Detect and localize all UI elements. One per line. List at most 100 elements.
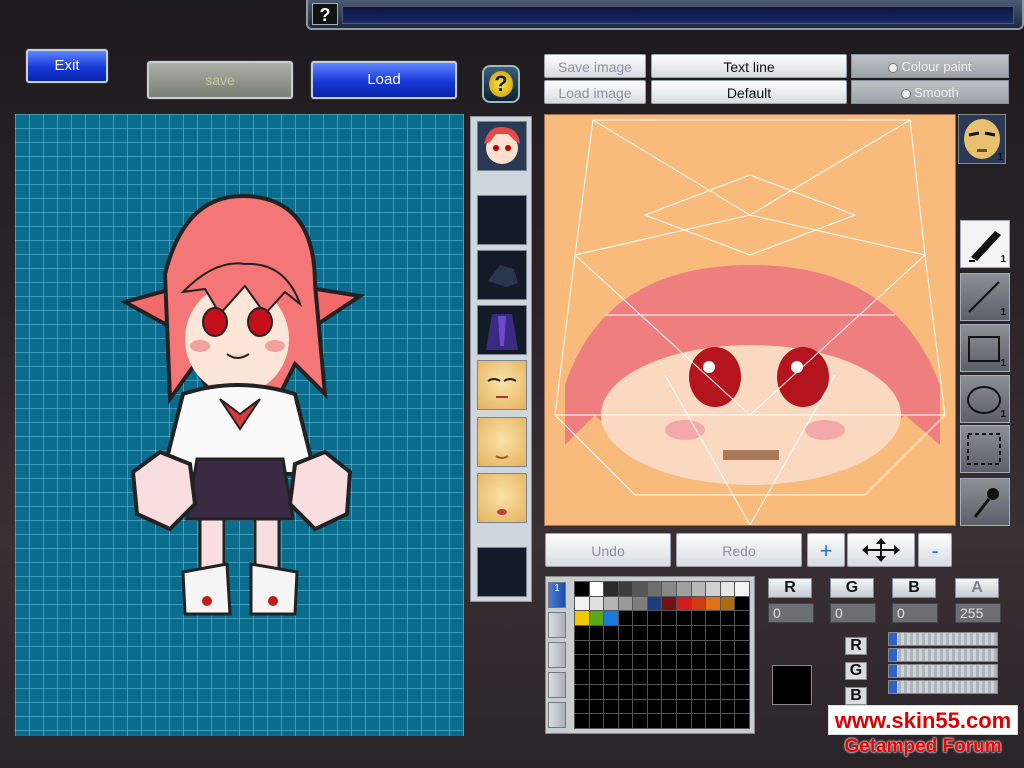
palette-swatch[interactable] xyxy=(588,698,605,715)
help-button[interactable]: ? xyxy=(482,65,520,103)
colour-paint-option[interactable]: Colour paint xyxy=(851,54,1009,78)
ellipse-tool[interactable]: 1 xyxy=(960,375,1010,423)
slider-4[interactable] xyxy=(888,680,998,694)
palette-swatch[interactable] xyxy=(646,610,663,627)
palette-swatch[interactable] xyxy=(632,595,648,612)
palette-swatch[interactable] xyxy=(603,581,619,597)
palette-swatch[interactable] xyxy=(661,683,678,700)
palette-swatch[interactable] xyxy=(734,654,750,671)
character-preview[interactable] xyxy=(15,114,464,736)
palette-swatch[interactable] xyxy=(632,610,648,627)
palette-swatch[interactable] xyxy=(690,683,707,700)
g-value-field[interactable]: 0 xyxy=(830,603,876,623)
palette-swatch[interactable] xyxy=(705,581,721,597)
palette-swatch[interactable] xyxy=(661,581,678,597)
palette-swatch[interactable] xyxy=(719,713,736,729)
palette-swatch[interactable] xyxy=(574,625,590,641)
palette-swatch[interactable] xyxy=(646,669,663,685)
palette-swatch[interactable] xyxy=(676,654,692,671)
palette-swatch[interactable] xyxy=(617,581,634,597)
palette-swatch[interactable] xyxy=(676,595,692,612)
palette-swatch[interactable] xyxy=(574,654,590,671)
palette-swatch[interactable] xyxy=(617,639,634,656)
palette-swatch[interactable] xyxy=(734,713,750,729)
palette-swatch[interactable] xyxy=(632,625,648,641)
palette-swatch[interactable] xyxy=(574,581,590,597)
palette-swatch[interactable] xyxy=(661,698,678,715)
palette-swatch[interactable] xyxy=(676,669,692,685)
part-slot-face-b[interactable] xyxy=(477,417,527,467)
pen-tool[interactable]: 1 xyxy=(960,220,1010,268)
palette-swatch[interactable] xyxy=(676,683,692,700)
palette-swatch[interactable] xyxy=(719,595,736,612)
palette-swatch[interactable] xyxy=(719,669,736,685)
palette-swatch[interactable] xyxy=(646,625,663,641)
palette-swatch[interactable] xyxy=(588,610,605,627)
palette-swatch[interactable] xyxy=(646,639,663,656)
palette-swatch[interactable] xyxy=(705,625,721,641)
palette-swatch[interactable] xyxy=(617,595,634,612)
part-face-portrait[interactable] xyxy=(477,121,527,171)
palette-swatch[interactable] xyxy=(617,654,634,671)
palette-tab-4[interactable] xyxy=(548,672,566,698)
palette-swatch[interactable] xyxy=(705,595,721,612)
zoom-out-button[interactable]: - xyxy=(918,533,952,567)
slider-handle[interactable] xyxy=(889,633,897,645)
palette-swatch[interactable] xyxy=(588,654,605,671)
face-selector[interactable]: 1 xyxy=(958,114,1006,164)
exit-button[interactable]: Exit xyxy=(26,49,108,83)
palette-swatch[interactable] xyxy=(646,698,663,715)
palette-swatch[interactable] xyxy=(617,713,634,729)
palette-swatch[interactable] xyxy=(646,683,663,700)
palette-swatch[interactable] xyxy=(603,610,619,627)
palette-swatch[interactable] xyxy=(574,639,590,656)
palette-swatch[interactable] xyxy=(719,581,736,597)
palette-swatch[interactable] xyxy=(705,654,721,671)
part-slot-empty-bottom[interactable] xyxy=(477,547,527,597)
palette-swatch[interactable] xyxy=(632,639,648,656)
palette-swatch[interactable] xyxy=(734,625,750,641)
eyedropper-tool[interactable] xyxy=(960,478,1010,526)
palette-swatch[interactable] xyxy=(690,698,707,715)
part-slot-empty[interactable] xyxy=(477,195,527,245)
palette-swatch[interactable] xyxy=(588,669,605,685)
palette-swatch[interactable] xyxy=(676,639,692,656)
default-button[interactable]: Default xyxy=(651,80,847,104)
palette-swatch[interactable] xyxy=(661,713,678,729)
palette-swatch[interactable] xyxy=(588,625,605,641)
palette-swatch[interactable] xyxy=(661,669,678,685)
palette-swatch[interactable] xyxy=(588,683,605,700)
palette-swatch[interactable] xyxy=(632,683,648,700)
palette-swatch[interactable] xyxy=(690,610,707,627)
palette-swatch[interactable] xyxy=(690,595,707,612)
palette-swatch[interactable] xyxy=(632,713,648,729)
texture-editor-canvas[interactable] xyxy=(544,114,956,526)
palette-swatch[interactable] xyxy=(719,610,736,627)
palette-swatch[interactable] xyxy=(661,595,678,612)
palette-swatch[interactable] xyxy=(603,669,619,685)
palette-swatch[interactable] xyxy=(603,639,619,656)
palette-swatch[interactable] xyxy=(661,610,678,627)
text-line-button[interactable]: Text line xyxy=(651,54,847,78)
palette-swatch[interactable] xyxy=(690,654,707,671)
palette-swatch[interactable] xyxy=(734,639,750,656)
palette-swatch[interactable] xyxy=(705,683,721,700)
palette-swatch[interactable] xyxy=(617,683,634,700)
palette-swatch[interactable] xyxy=(588,639,605,656)
palette-tab-3[interactable] xyxy=(548,642,566,668)
b-value-field[interactable]: 0 xyxy=(892,603,938,623)
palette-swatch[interactable] xyxy=(617,625,634,641)
load-button[interactable]: Load xyxy=(311,61,457,99)
palette-swatch[interactable] xyxy=(603,625,619,641)
palette-swatch[interactable] xyxy=(632,669,648,685)
palette-swatch[interactable] xyxy=(574,669,590,685)
palette-swatch[interactable] xyxy=(734,669,750,685)
load-image-button[interactable]: Load image xyxy=(544,80,646,104)
palette-swatch[interactable] xyxy=(646,654,663,671)
palette-swatch[interactable] xyxy=(574,610,590,627)
palette-tab-5[interactable] xyxy=(548,702,566,728)
palette-swatch[interactable] xyxy=(646,713,663,729)
palette-grid[interactable] xyxy=(574,581,750,729)
palette-swatch[interactable] xyxy=(588,595,605,612)
palette-swatch[interactable] xyxy=(661,639,678,656)
